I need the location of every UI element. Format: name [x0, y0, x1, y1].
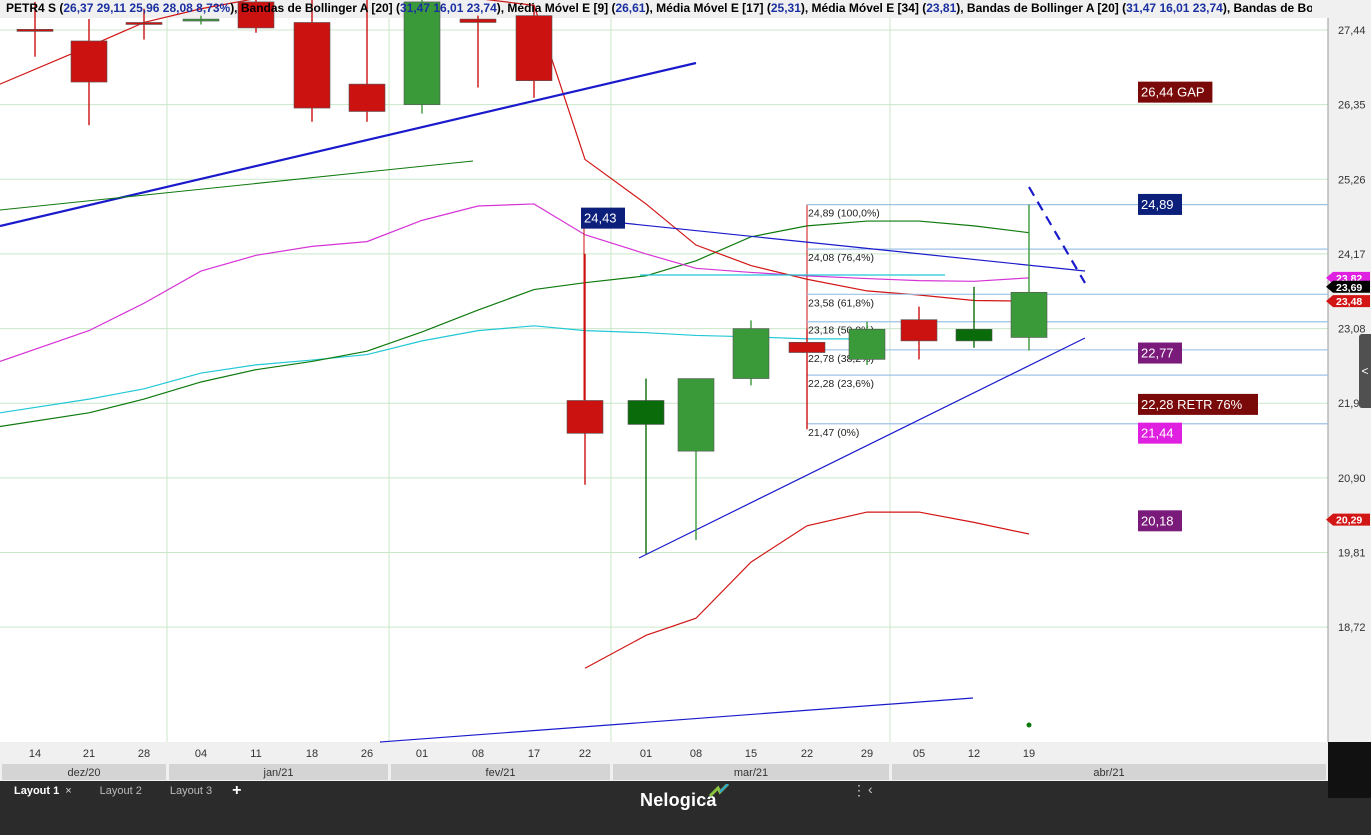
x-tick-label: 12: [968, 748, 980, 760]
candle-body: [955, 328, 993, 342]
candle-body: [515, 15, 553, 81]
header-part: ), Bandas de Bollinger A [20] (: [230, 1, 400, 15]
fib-level-label: 22,28 (23,6%): [808, 378, 874, 390]
price-tag: 23,48: [1326, 295, 1370, 308]
y-tick-label: 25,26: [1338, 174, 1366, 186]
layout-tabs: Layout 1 × Layout 2 Layout 3 +: [0, 781, 247, 801]
header-part: 26,37 29,11 25,96 28,08 8,73%: [63, 1, 231, 15]
annotation-label: 20,18: [1141, 513, 1174, 528]
price-tag: 20,29: [1326, 513, 1370, 527]
candle-body: [348, 83, 386, 112]
chevron-left-icon[interactable]: ‹: [868, 781, 873, 797]
x-tick-label: 17: [528, 748, 540, 760]
x-tick-label: 29: [861, 748, 873, 760]
x-tick-label: 05: [913, 748, 925, 760]
add-tab-button[interactable]: +: [226, 782, 247, 800]
header-part: 25,31: [770, 1, 801, 15]
x-tick-label: 18: [306, 748, 318, 760]
x-tick-label: 08: [690, 748, 702, 760]
marker-dot: [1026, 722, 1032, 728]
annotation-label: 21,44: [1141, 426, 1174, 441]
chart-header: PETR4 S (26,37 29,11 25,96 28,08 8,73%),…: [6, 1, 1312, 15]
month-label: jan/21: [263, 767, 294, 779]
y-tick-label: 26,35: [1338, 100, 1366, 112]
header-part: ), Bandas de Bollinger A [20] (: [956, 1, 1127, 15]
x-tick-label: 01: [416, 748, 428, 760]
month-label: fev/21: [486, 767, 516, 779]
menu-kebab-icon[interactable]: ⋮: [852, 782, 866, 799]
price-tag-label: 23,48: [1336, 296, 1362, 308]
candle-body: [848, 328, 886, 360]
x-tick-label: 21: [83, 748, 95, 760]
header-part: ), Média Móvel E [34] (: [800, 1, 927, 15]
tab-layout-3[interactable]: Layout 3: [156, 781, 226, 801]
candle-body: [1010, 291, 1048, 338]
header-part: PETR4 S (: [6, 1, 64, 15]
header-part: 23,81: [926, 1, 957, 15]
annotation-label: 22,28 RETR 76%: [1141, 397, 1243, 412]
logo-mark-icon: [708, 784, 730, 798]
header-part: 26,61: [615, 1, 646, 15]
month-label: mar/21: [734, 767, 768, 779]
candle-body: [900, 319, 938, 342]
plot-area: [0, 18, 1328, 742]
x-tick-label: 22: [801, 748, 813, 760]
month-label: abr/21: [1093, 767, 1124, 779]
header-part: 31,47 16,01 23,74: [1126, 1, 1223, 15]
price-tag-label: 23,69: [1336, 282, 1362, 294]
fib-level-label: 24,89 (100,0%): [808, 208, 880, 220]
annotation-label: 24,43: [584, 211, 617, 226]
candle-body: [459, 18, 497, 23]
candle-body: [788, 341, 826, 353]
candle: [403, 0, 441, 114]
y-tick-label: 20,90: [1338, 473, 1366, 485]
x-tick-label: 22: [579, 748, 591, 760]
header-part: ), Média Móvel E [9] (: [496, 1, 616, 15]
candle-body: [125, 22, 163, 25]
annotation-label: 26,44 GAP: [1141, 85, 1205, 100]
candle-body: [293, 22, 331, 109]
annotation-label: 24,89: [1141, 197, 1174, 212]
price-tag: 23,69: [1326, 280, 1370, 294]
x-tick-label: 26: [361, 748, 373, 760]
y-tick-label: 27,44: [1338, 25, 1366, 37]
header-part: ), Média Móvel E [17] (: [645, 1, 771, 15]
x-tick-label: 14: [29, 748, 41, 760]
y-tick-label: 18,72: [1338, 622, 1366, 634]
x-tick-label: 19: [1023, 748, 1035, 760]
x-tick-label: 01: [640, 748, 652, 760]
x-tick-label: 15: [745, 748, 757, 760]
fib-level-label: 21,47 (0%): [808, 427, 859, 439]
x-tick-label: 11: [250, 748, 261, 760]
corner-panel: [1328, 742, 1371, 798]
y-tick-label: 19,81: [1338, 548, 1366, 560]
candle-body: [70, 40, 108, 83]
candle-body: [627, 400, 665, 425]
price-chart[interactable]: 27,4426,3525,2624,1723,0821,920,9019,811…: [0, 0, 1371, 835]
x-tick-label: 28: [138, 748, 150, 760]
candle: [732, 320, 770, 386]
month-label: dez/20: [67, 767, 100, 779]
fib-level-label: 23,58 (61,8%): [808, 297, 874, 309]
nelogica-logo: Nelogica: [640, 790, 717, 810]
y-tick-label: 21,9: [1338, 398, 1359, 410]
candle-body: [677, 378, 715, 452]
x-tick-label: 08: [472, 748, 484, 760]
header-part: 31,47 16,01 23,74: [400, 1, 497, 15]
candle-body: [732, 328, 770, 379]
candle-body: [16, 29, 54, 32]
close-icon[interactable]: ×: [65, 785, 71, 797]
candle-body: [182, 18, 220, 22]
fib-level-label: 24,08 (76,4%): [808, 252, 874, 264]
price-tag-label: 20,29: [1336, 515, 1362, 527]
x-tick-label: 04: [195, 748, 207, 760]
y-tick-label: 24,17: [1338, 249, 1366, 261]
side-panel-toggle[interactable]: <: [1359, 334, 1371, 408]
tab-layout-1[interactable]: Layout 1 ×: [0, 781, 86, 801]
header-part: ), Bandas de Bol: [1222, 1, 1312, 15]
annotation-label: 22,77: [1141, 346, 1174, 361]
tab-layout-2[interactable]: Layout 2: [86, 781, 156, 801]
candle-body: [566, 400, 604, 434]
candle-body: [403, 1, 441, 105]
